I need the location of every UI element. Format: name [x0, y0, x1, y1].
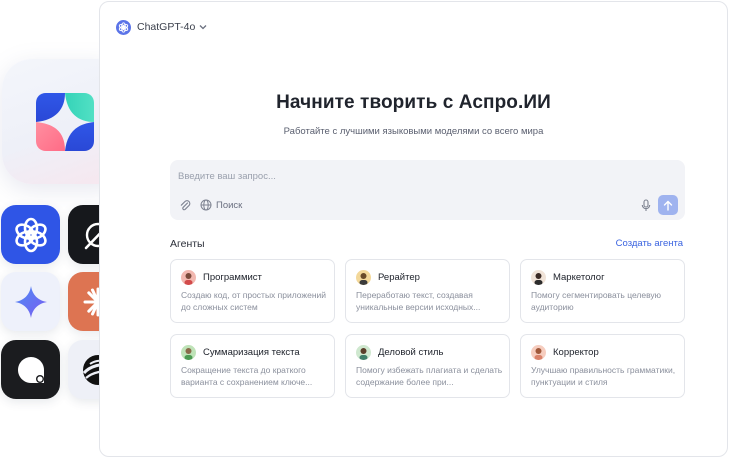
agent-card-marketer[interactable]: Маркетолог Помогу сегментировать целевую… [520, 259, 685, 323]
agent-card-business-style[interactable]: Деловой стиль Помогу избежать плагиата и… [345, 334, 510, 398]
page-subtitle: Работайте с лучшими языковыми моделями с… [283, 126, 544, 137]
search-label: Поиск [216, 199, 243, 211]
agent-title: Корректор [553, 347, 599, 358]
agent-title: Деловой стиль [378, 347, 444, 358]
model-selector[interactable]: ChatGPT-4o [116, 17, 207, 37]
microphone-icon[interactable] [639, 198, 653, 212]
openai-icon [116, 19, 131, 35]
black-dot-app-icon [1, 340, 60, 399]
agent-title: Суммаризация текста [203, 347, 300, 358]
paperclip-icon[interactable] [178, 198, 192, 212]
agent-avatar [531, 270, 546, 285]
model-name: ChatGPT-4o [137, 21, 196, 33]
gemini-icon [14, 285, 47, 318]
agent-description: Помогу избежать плагиата и сделать содер… [356, 365, 503, 387]
send-button[interactable] [658, 195, 678, 215]
page-title: Начните творить с Аспро.ИИ [276, 92, 551, 113]
agent-avatar [356, 345, 371, 360]
agent-description: Создаю код, от простых приложений до сло… [181, 290, 327, 312]
gemini-app-icon [1, 272, 60, 331]
prompt-box: Поиск [170, 160, 685, 220]
create-agent-link[interactable]: Создать агента [616, 238, 683, 249]
openai-app-icon [1, 205, 60, 264]
circle-dot-icon [17, 356, 44, 383]
agent-description: Переработаю текст, создавая уникальные в… [356, 290, 481, 312]
agent-card-rewriter[interactable]: Рерайтер Переработаю текст, создавая уни… [345, 259, 510, 323]
agent-card-programmer[interactable]: Программист Создаю код, от простых прило… [170, 259, 335, 323]
chevron-down-icon [199, 23, 207, 32]
agent-title: Рерайтер [378, 272, 420, 283]
chat-window: ChatGPT-4o Начните творить с Аспро.ИИ Ра… [99, 1, 728, 457]
agent-card-proofreader[interactable]: Корректор Улучшаю правильность грамматик… [520, 334, 685, 398]
agent-avatar [356, 270, 371, 285]
arrow-up-icon [663, 200, 673, 211]
prompt-input[interactable] [178, 168, 638, 184]
agent-avatar [181, 270, 196, 285]
agent-description: Сокращение текста до краткого варианта с… [181, 365, 313, 387]
agent-title: Маркетолог [553, 272, 605, 283]
aspro-ai-icon [35, 92, 94, 151]
agents-heading: Агенты [170, 238, 205, 250]
agent-avatar [531, 345, 546, 360]
agent-title: Программист [203, 272, 262, 283]
agent-description: Улучшаю правильность грамматики, пунктуа… [531, 365, 676, 387]
agent-avatar [181, 345, 196, 360]
openai-icon [14, 217, 47, 252]
agent-description: Помогу сегментировать целевую аудиторию [531, 290, 662, 312]
agent-card-summarizer[interactable]: Суммаризация текста Сокращение текста до… [170, 334, 335, 398]
web-search-toggle[interactable]: Поиск [200, 197, 242, 213]
globe-icon [200, 199, 212, 211]
